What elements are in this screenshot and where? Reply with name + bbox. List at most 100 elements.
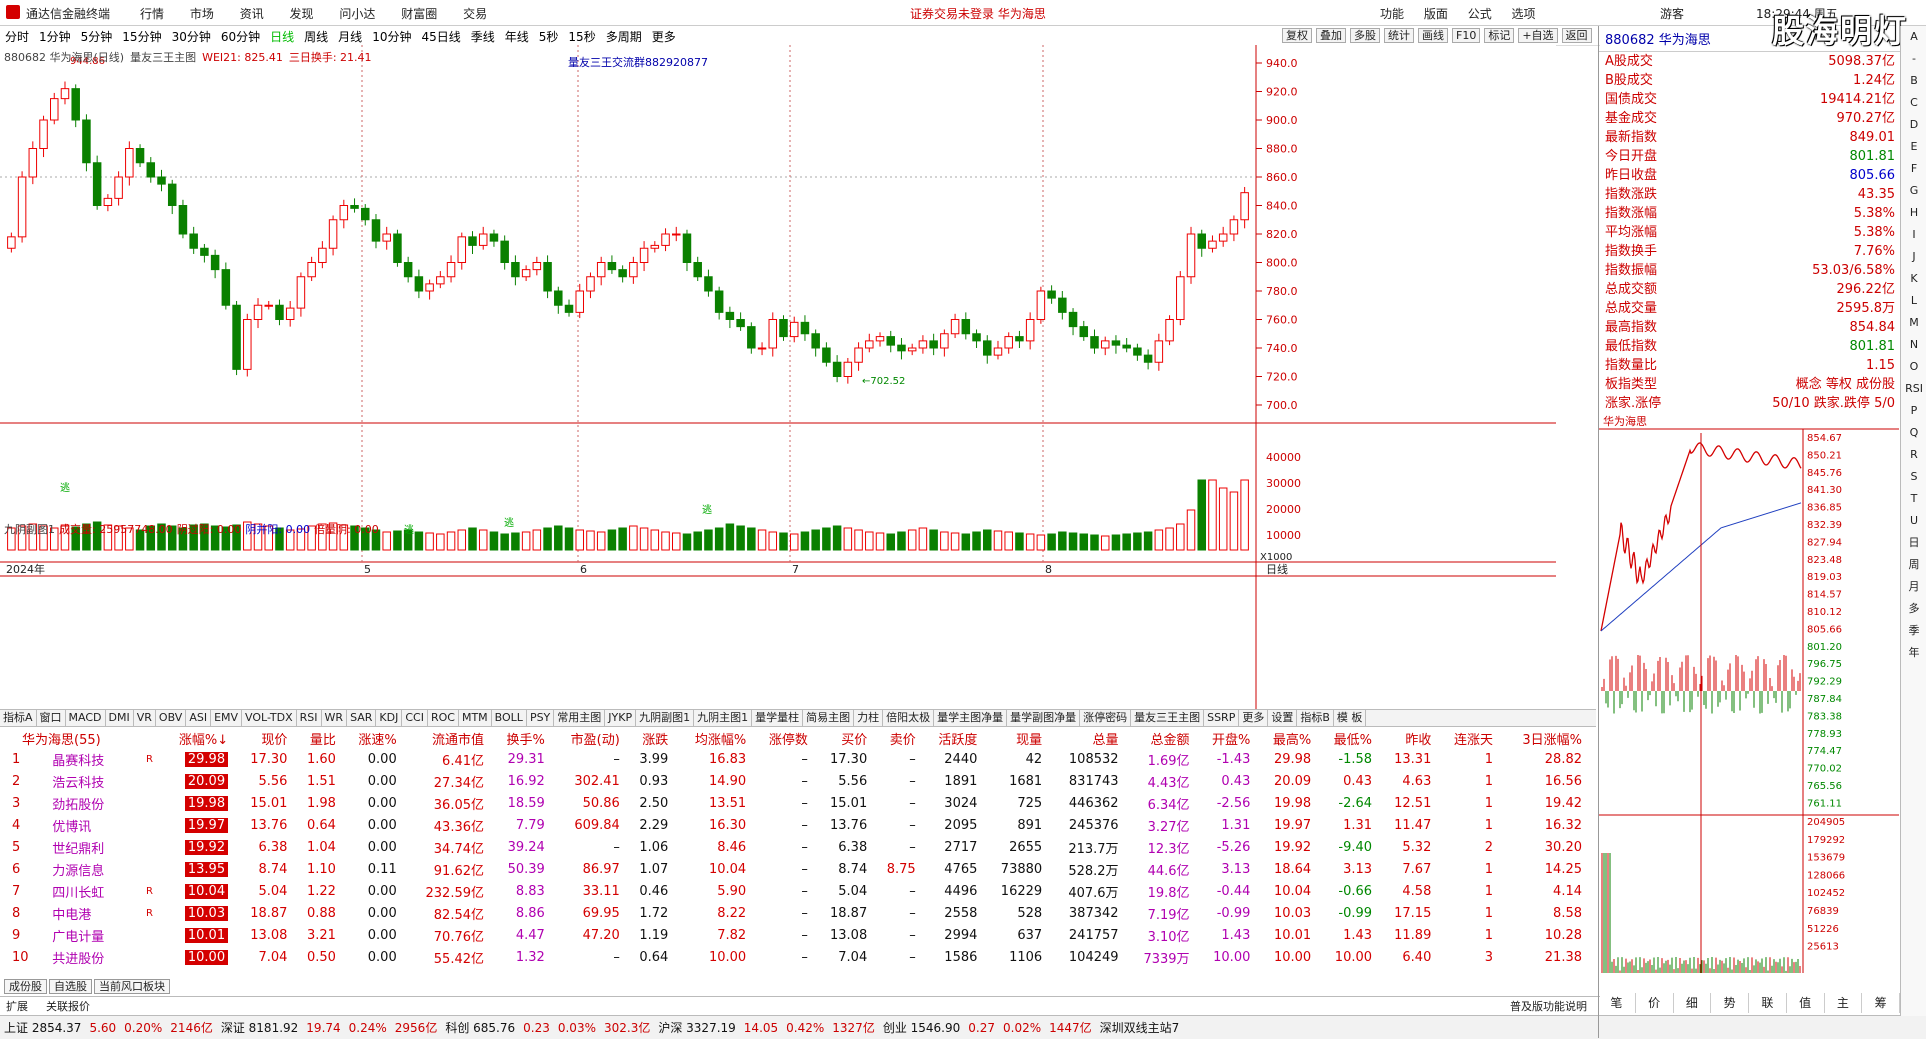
period-tab[interactable]: 季线	[471, 28, 495, 45]
column-header[interactable]: 涨跌	[624, 728, 672, 748]
table-row[interactable]: 2 浩云科技 20.09 5.56 1.51 0.00 27.34亿 16.92 302.41 0…	[0, 770, 1586, 792]
sidebar-button[interactable]: R	[1901, 444, 1926, 466]
panel-tab[interactable]: 价	[1636, 993, 1674, 1013]
stock-name[interactable]: 广电计量	[48, 924, 137, 946]
index-ticker-item[interactable]: 0.42%	[786, 1021, 824, 1035]
indicator-tab[interactable]: EMV	[211, 710, 243, 726]
sidebar-button[interactable]: U	[1901, 510, 1926, 532]
indicator-tab[interactable]: 更多	[1239, 710, 1269, 726]
index-ticker-item[interactable]: 2956亿	[395, 1019, 438, 1036]
column-header[interactable]: 涨停数	[750, 728, 812, 748]
column-header[interactable]: 开盘%	[1194, 728, 1255, 748]
indicator-tab[interactable]: MTM	[459, 710, 492, 726]
stock-name[interactable]: 浩云科技	[48, 770, 137, 792]
column-header[interactable]: 涨幅%↓	[157, 728, 232, 748]
indicator-tab[interactable]: PSY	[527, 710, 555, 726]
toolbar-button[interactable]: 多股	[1350, 28, 1380, 43]
guest-label[interactable]: 游客	[1660, 5, 1684, 22]
sidebar-button[interactable]: 多	[1901, 598, 1926, 620]
stock-name[interactable]: 中电港	[48, 902, 137, 924]
period-tab[interactable]: 5秒	[539, 28, 559, 45]
menu-item[interactable]: 问小达	[339, 7, 375, 21]
indicator-tab[interactable]: SSRP	[1204, 710, 1240, 726]
sidebar-button[interactable]: P	[1901, 400, 1926, 422]
toolbar-button[interactable]: 叠加	[1316, 28, 1346, 43]
indicator-tab[interactable]: 简易主图	[803, 710, 855, 726]
index-ticker-item[interactable]: 302.3亿	[604, 1019, 650, 1036]
indicator-tab[interactable]: RSI	[297, 710, 322, 726]
toolbar-button[interactable]: +自选	[1518, 28, 1558, 43]
indicator-tab[interactable]: BOLL	[492, 710, 527, 726]
stock-name[interactable]: 世纪鼎利	[48, 836, 137, 858]
list-tab[interactable]: 成份股	[4, 979, 47, 994]
sidebar-button[interactable]: F	[1901, 158, 1926, 180]
sidebar-button[interactable]: H	[1901, 202, 1926, 224]
index-ticker-item[interactable]: 0.27	[968, 1021, 995, 1035]
indicator-tab[interactable]: ROC	[428, 710, 459, 726]
index-ticker-item[interactable]: 创业 1546.90	[883, 1019, 960, 1036]
period-tab[interactable]: 日线	[270, 28, 294, 45]
column-header[interactable]: 总量	[1046, 728, 1122, 748]
sidebar-button[interactable]: 日	[1901, 532, 1926, 554]
column-header[interactable]: 均涨幅%	[672, 728, 750, 748]
indicator-tab[interactable]: 涨停密码	[1080, 710, 1132, 726]
index-ticker-item[interactable]: 1447亿	[1049, 1019, 1092, 1036]
column-header[interactable]: 最低%	[1315, 728, 1376, 748]
kline-chart[interactable]: 940.0 920.0 900.0 880.0 860.0 840.0 820.0 800.0…	[0, 45, 1598, 709]
panel-tab[interactable]: 笔	[1598, 993, 1636, 1013]
index-ticker-item[interactable]: 0.20%	[124, 1021, 162, 1035]
column-header[interactable]: 市盈(动)	[549, 728, 624, 748]
sidebar-button[interactable]: A	[1901, 26, 1926, 48]
period-tab[interactable]: 5分钟	[81, 28, 113, 45]
table-row[interactable]: 8 中电港 R 10.03 18.87 0.88 0.00 82.54亿 8.86 69.95 1.…	[0, 902, 1586, 924]
indicator-tab[interactable]: CCI	[402, 710, 428, 726]
index-ticker-item[interactable]: 0.03%	[558, 1021, 596, 1035]
toolbar-button[interactable]: F10	[1452, 28, 1481, 43]
toolbar-button[interactable]: 返回	[1561, 28, 1592, 43]
menu-item[interactable]: 行情	[140, 7, 164, 21]
indicator-tab[interactable]: VR	[134, 710, 156, 726]
expand-button[interactable]: 扩展	[6, 998, 28, 1014]
toolbar-button[interactable]: 复权	[1282, 28, 1312, 43]
table-row[interactable]: 5 世纪鼎利 19.92 6.38 1.04 0.00 34.74亿 39.24 – 1.06 8.…	[0, 836, 1586, 858]
indicator-tab[interactable]: DMI	[106, 710, 134, 726]
menu-item[interactable]: 交易	[463, 7, 487, 21]
period-tab[interactable]: 45日线	[421, 28, 460, 45]
period-tab[interactable]: 月线	[338, 28, 362, 45]
sidebar-button[interactable]: 年	[1901, 642, 1926, 664]
period-tab[interactable]: 多周期	[606, 28, 642, 45]
list-tab[interactable]: 当前风口板块	[94, 979, 170, 994]
sidebar-button[interactable]: RSI	[1901, 378, 1926, 400]
sidebar-button[interactable]: G	[1901, 180, 1926, 202]
column-header[interactable]: 总金额	[1123, 728, 1194, 748]
indicator-tab[interactable]: 力柱	[854, 710, 884, 726]
column-header[interactable]: 现价	[232, 728, 291, 748]
period-tab[interactable]: 周线	[304, 28, 328, 45]
indicator-tab[interactable]: 量友三王主图	[1131, 710, 1205, 726]
index-ticker-item[interactable]: 0.24%	[349, 1021, 387, 1035]
indicator-tab[interactable]: 指标A	[0, 710, 37, 726]
sidebar-button[interactable]: T	[1901, 488, 1926, 510]
column-header[interactable]: 流通市值	[401, 728, 488, 748]
help-link[interactable]: 普及版功能说明	[1510, 998, 1587, 1014]
indicator-tab[interactable]: SAR	[347, 710, 377, 726]
stock-name[interactable]: 优博讯	[48, 814, 137, 836]
menu-item[interactable]: 公式	[1468, 7, 1492, 21]
sidebar-button[interactable]: K	[1901, 268, 1926, 290]
sidebar-button[interactable]: D	[1901, 114, 1926, 136]
table-row[interactable]: 10 共进股份 10.00 7.04 0.50 0.00 55.42亿 1.32 – 0.64 10…	[0, 946, 1586, 968]
indicator-tab[interactable]: OBV	[156, 710, 187, 726]
table-row[interactable]: 1 晶赛科技 R 29.98 17.30 1.60 0.00 6.41亿 29.31 – 3.99 1…	[0, 748, 1586, 770]
index-ticker-item[interactable]: 19.74	[306, 1021, 340, 1035]
table-row[interactable]: 9 广电计量 10.01 13.08 3.21 0.00 70.76亿 4.47 47.20 1.…	[0, 924, 1586, 946]
sidebar-button[interactable]: O	[1901, 356, 1926, 378]
sidebar-button[interactable]: C	[1901, 92, 1926, 114]
toolbar-button[interactable]: 画线	[1418, 28, 1448, 43]
indicator-tab[interactable]: 窗口	[37, 710, 66, 726]
panel-tab[interactable]: 联	[1749, 993, 1787, 1013]
toolbar-button[interactable]: 标记	[1484, 28, 1515, 43]
sidebar-button[interactable]: N	[1901, 334, 1926, 356]
table-row[interactable]: 6 力源信息 13.95 8.74 1.10 0.11 91.62亿 50.39 86.97 1.…	[0, 858, 1586, 880]
panel-tab[interactable]: 值	[1787, 993, 1825, 1013]
table-row[interactable]: 3 劲拓股份 19.98 15.01 1.98 0.00 36.05亿 18.59 50.86 2…	[0, 792, 1586, 814]
